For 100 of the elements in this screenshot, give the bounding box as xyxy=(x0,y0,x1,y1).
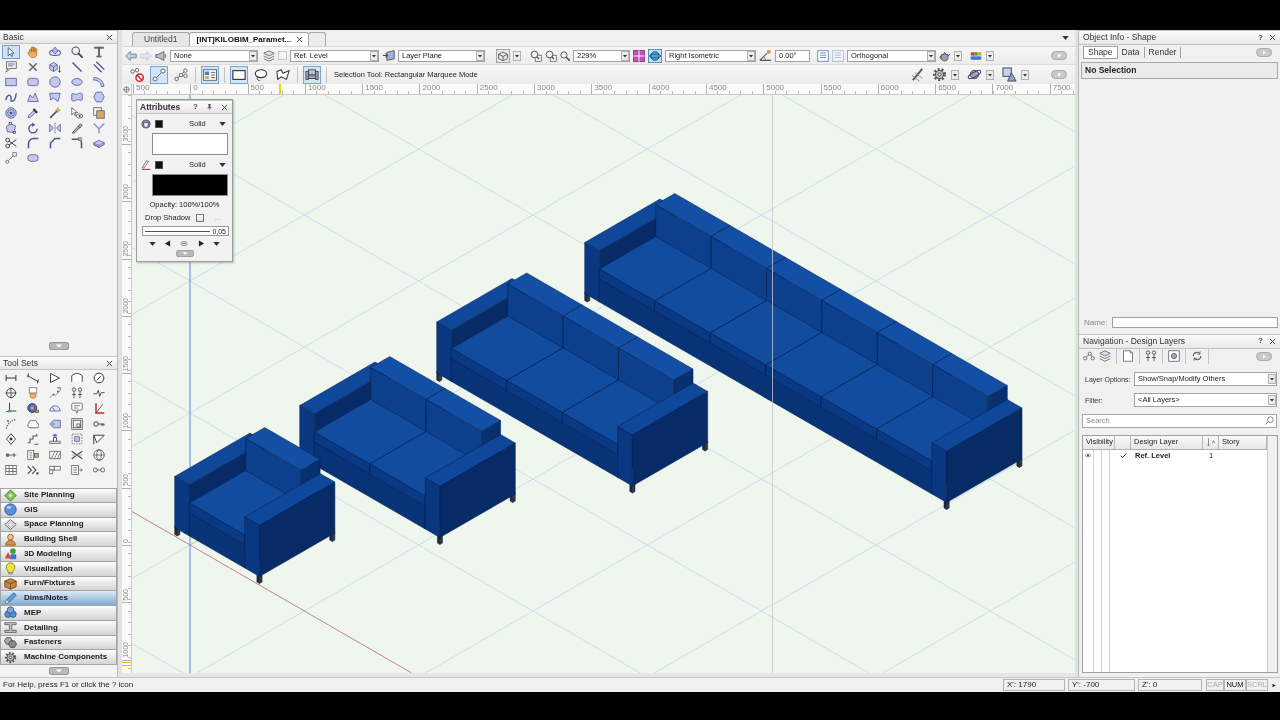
swatch-icon[interactable] xyxy=(155,161,163,169)
teapot-icon[interactable] xyxy=(939,49,951,62)
arrow-right-icon[interactable] xyxy=(197,240,205,247)
close-icon[interactable] xyxy=(296,36,304,43)
tool-set-item[interactable]: Dims/Notes xyxy=(0,591,117,606)
swatch-icon[interactable] xyxy=(155,120,163,128)
caret-icon[interactable] xyxy=(149,241,157,246)
rotate-icon[interactable] xyxy=(27,121,39,134)
close-icon[interactable] xyxy=(221,103,228,111)
scrollbar[interactable] xyxy=(1267,435,1277,672)
help-button[interactable]: ? xyxy=(1258,33,1263,42)
megaphone-icon[interactable] xyxy=(155,49,167,62)
hexagon-icon[interactable] xyxy=(93,91,105,104)
pointer-icon[interactable] xyxy=(2,44,20,59)
panel-tab[interactable]: Shape xyxy=(1083,46,1118,59)
blocks-icon[interactable] xyxy=(49,464,61,477)
pill-toggle-icon[interactable] xyxy=(1256,351,1272,361)
layers-stack-icon[interactable] xyxy=(1099,350,1111,362)
two-nodes-icon[interactable] xyxy=(150,65,168,84)
two-figures-icon[interactable] xyxy=(1145,350,1157,362)
pointer-eye-icon[interactable] xyxy=(71,106,83,119)
caret-icon[interactable] xyxy=(951,69,959,80)
globe-icon[interactable] xyxy=(93,448,105,461)
dial-icon[interactable] xyxy=(93,371,105,384)
crossed-lines-icon[interactable] xyxy=(71,448,83,461)
overlapping-squares-icon[interactable] xyxy=(93,106,105,119)
pen-line-icon[interactable] xyxy=(141,160,151,170)
caret-icon[interactable] xyxy=(986,50,994,61)
magic-wand-icon[interactable] xyxy=(49,106,61,119)
angled-dimension-icon[interactable] xyxy=(27,371,39,384)
tilted-plane-icon[interactable] xyxy=(382,49,395,62)
down-tab-icon[interactable] xyxy=(48,667,69,675)
crossed-strokes-icon[interactable] xyxy=(911,67,926,82)
orbit-icon[interactable] xyxy=(49,45,61,58)
line-nodes-icon[interactable] xyxy=(5,152,17,165)
rectangle-outline-icon[interactable] xyxy=(230,65,248,84)
arc-icon[interactable] xyxy=(93,76,105,89)
pen-preview[interactable] xyxy=(152,174,228,196)
node-cluster-icon[interactable] xyxy=(174,67,188,82)
scissors-icon[interactable] xyxy=(5,137,17,150)
pill-toggle-icon[interactable] xyxy=(1051,51,1067,60)
panel-tab[interactable]: Render xyxy=(1144,47,1182,58)
tool-set-item[interactable]: MEP xyxy=(0,606,117,621)
slab-icon[interactable] xyxy=(93,137,105,150)
angle-icon[interactable] xyxy=(93,402,105,415)
wavy-shape-icon[interactable] xyxy=(71,91,83,104)
table-grid-icon[interactable] xyxy=(5,464,17,477)
fill-preview[interactable] xyxy=(152,133,228,155)
polyline-icon[interactable] xyxy=(27,91,39,104)
chair-icon[interactable] xyxy=(303,65,321,84)
window-icon[interactable] xyxy=(71,417,83,430)
lasso-icon[interactable] xyxy=(254,67,268,82)
magnifier-icon[interactable] xyxy=(560,50,570,61)
magnifier-box-icon[interactable] xyxy=(530,49,542,62)
paint-bucket-icon[interactable] xyxy=(141,119,151,129)
tape-measure-icon[interactable] xyxy=(27,402,39,415)
arrow-right-icon[interactable] xyxy=(1272,681,1276,689)
pill-toggle-icon[interactable] xyxy=(1256,48,1272,57)
down-tab-icon[interactable] xyxy=(48,342,69,350)
polygon-icon[interactable] xyxy=(49,91,61,104)
steps-icon[interactable] xyxy=(27,433,39,446)
caret-icon[interactable] xyxy=(986,69,994,80)
help-button[interactable]: ? xyxy=(1258,337,1263,345)
pentagon-handles-icon[interactable] xyxy=(5,121,17,134)
tool-set-item[interactable]: 3D Modeling xyxy=(0,547,117,562)
wireframe-box-icon[interactable] xyxy=(496,48,510,63)
framed-circle-icon[interactable] xyxy=(1168,350,1180,362)
close-icon[interactable] xyxy=(1269,34,1276,41)
nodes-no-sign-icon[interactable] xyxy=(130,67,144,82)
hand-icon[interactable] xyxy=(27,45,39,58)
shapes-overlap-icon[interactable] xyxy=(1002,67,1017,82)
caret-icon[interactable] xyxy=(1062,36,1069,40)
capsule-icon[interactable] xyxy=(27,152,39,165)
bracket-icon[interactable] xyxy=(71,371,83,384)
text-tool-icon[interactable] xyxy=(93,45,105,58)
list-icon[interactable] xyxy=(71,464,83,477)
nodes-graph-icon[interactable] xyxy=(1083,350,1095,362)
diamond-icon[interactable] xyxy=(5,433,17,446)
eye-icon[interactable] xyxy=(1083,452,1093,459)
arrow-left-icon[interactable] xyxy=(164,240,172,247)
double-arrow-icon[interactable] xyxy=(27,464,39,477)
panel-icon[interactable] xyxy=(817,49,829,62)
chamfered-corner-icon[interactable] xyxy=(49,137,61,150)
two-figures-icon[interactable] xyxy=(71,387,83,400)
target-icon[interactable] xyxy=(5,106,17,119)
protractor-icon[interactable] xyxy=(49,402,61,415)
crosshair-icon[interactable] xyxy=(5,387,17,400)
rounded-rectangle-icon[interactable] xyxy=(27,76,39,89)
panel-tab[interactable]: Data xyxy=(1117,47,1145,58)
bent-line-icon[interactable] xyxy=(71,137,83,150)
magnifier-box-icon[interactable] xyxy=(545,49,557,62)
capsule-bar-icon[interactable] xyxy=(179,240,190,247)
callout-icon[interactable] xyxy=(5,60,17,73)
axes-icon[interactable] xyxy=(5,402,17,415)
cloud-icon[interactable] xyxy=(27,417,39,430)
grid-squares-icon[interactable] xyxy=(633,49,645,62)
double-line-icon[interactable] xyxy=(93,60,105,73)
caret-icon[interactable] xyxy=(1021,69,1029,80)
globe-view-icon[interactable] xyxy=(648,48,662,63)
name-field[interactable] xyxy=(1111,317,1278,328)
